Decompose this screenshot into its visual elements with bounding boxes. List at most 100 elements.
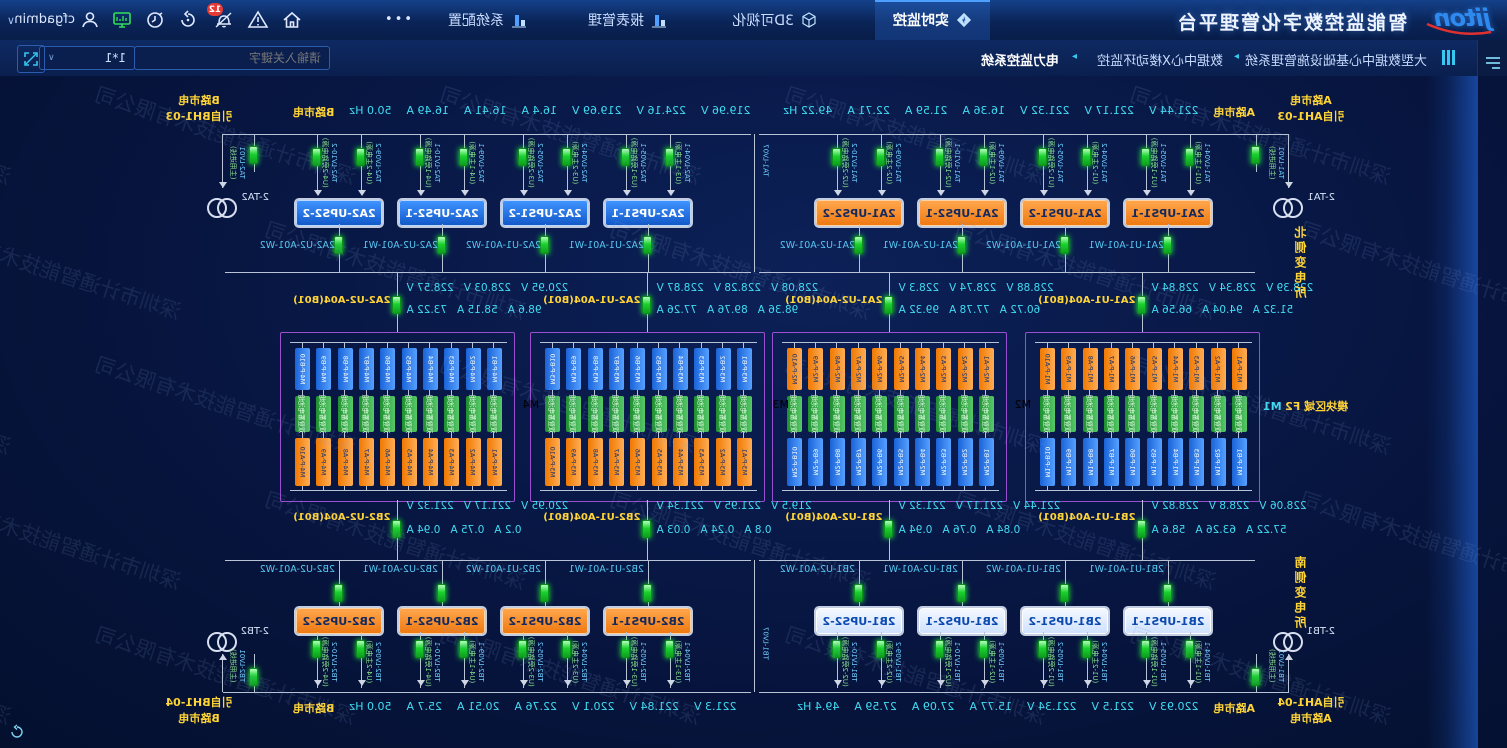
fullscreen-button[interactable] [17, 45, 45, 73]
battery-module[interactable]: 双登蓄电池组 [894, 396, 909, 432]
battery-module[interactable]: M1-P-A6 [1125, 348, 1140, 390]
battery-module[interactable]: 双登蓄电池组 [1232, 396, 1247, 432]
battery-module[interactable]: M4-P-B2 [466, 348, 481, 390]
battery-module[interactable]: 双登蓄电池组 [737, 396, 752, 432]
battery-module[interactable]: M3-P-B3 [694, 348, 709, 390]
battery-module[interactable]: M2-P-A6 [872, 348, 887, 390]
battery-module[interactable]: M4-P-A4 [423, 438, 438, 486]
battery-module[interactable]: 双登蓄电池组 [958, 396, 973, 432]
chevron-down-icon[interactable]: ∨ [7, 14, 15, 27]
battery-module[interactable]: 双登蓄电池组 [545, 396, 560, 432]
battery-module[interactable]: M2-P-B2 [958, 438, 973, 486]
battery-module[interactable]: 双登蓄电池组 [787, 396, 802, 432]
battery-module[interactable]: M1-P-B2 [1211, 438, 1226, 486]
user-icon[interactable] [79, 9, 101, 31]
battery-module[interactable]: 双登蓄电池组 [1062, 396, 1077, 432]
battery-module[interactable]: M3-P-A8 [588, 438, 603, 486]
battery-module[interactable]: 双登蓄电池组 [809, 396, 824, 432]
ups-box[interactable]: 2A2-UPS1-2 [502, 200, 588, 226]
battery-module[interactable]: M4-P-A5 [402, 438, 417, 486]
history-icon[interactable] [144, 9, 166, 31]
battery-module[interactable]: M3-P-B10 [545, 348, 560, 390]
battery-module[interactable]: 双登蓄电池组 [1083, 396, 1098, 432]
battery-module[interactable]: M2-P-A10 [787, 348, 802, 390]
battery-module[interactable]: M2-P-B10 [787, 438, 802, 486]
battery-module[interactable]: M2-P-B7 [851, 438, 866, 486]
battery-module[interactable]: M2-P-B8 [830, 438, 845, 486]
battery-module[interactable]: 双登蓄电池组 [830, 396, 845, 432]
battery-module[interactable]: 双登蓄电池组 [1040, 396, 1055, 432]
battery-module[interactable]: 双登蓄电池组 [423, 396, 438, 432]
battery-module[interactable]: 双登蓄电池组 [851, 396, 866, 432]
battery-module[interactable]: M1-P-A10 [1040, 348, 1055, 390]
battery-module[interactable]: M3-P-B9 [567, 348, 582, 390]
battery-module[interactable]: 双登蓄电池组 [1211, 396, 1226, 432]
battery-module[interactable]: M4-P-B9 [317, 348, 332, 390]
battery-module[interactable]: M2-P-A4 [915, 348, 930, 390]
refresh-small-icon[interactable] [7, 724, 25, 742]
battery-module[interactable]: 双登蓄电池组 [1168, 396, 1183, 432]
battery-module[interactable]: M4-P-B7 [359, 348, 374, 390]
battery-module[interactable]: M3-P-A6 [630, 438, 645, 486]
battery-module[interactable]: M1-P-A4 [1168, 348, 1183, 390]
battery-module[interactable]: M1-P-B9 [1062, 438, 1077, 486]
battery-module[interactable]: 双登蓄电池组 [609, 396, 624, 432]
battery-module[interactable]: M4-P-A10 [295, 438, 310, 486]
tab-3d-view[interactable]: 3D可视化 [714, 0, 835, 40]
breadcrumb-item[interactable]: 数据中心X楼动环监控 [1097, 50, 1223, 69]
battery-module[interactable]: 双登蓄电池组 [380, 396, 395, 432]
battery-module[interactable]: M4-P-B6 [380, 348, 395, 390]
battery-module[interactable]: 双登蓄电池组 [1104, 396, 1119, 432]
battery-module[interactable]: M1-P-B7 [1104, 438, 1119, 486]
battery-module[interactable]: M4-P-A6 [380, 438, 395, 486]
battery-module[interactable]: M2-P-B3 [936, 438, 951, 486]
monitor-icon[interactable] [111, 9, 133, 31]
battery-module[interactable]: M1-P-A2 [1211, 348, 1226, 390]
battery-module[interactable]: 双登蓄电池组 [1189, 396, 1204, 432]
menu-icon[interactable] [1484, 54, 1502, 72]
battery-module[interactable]: 双登蓄电池组 [872, 396, 887, 432]
battery-module[interactable]: M2-P-B4 [915, 438, 930, 486]
ups-box[interactable]: 2A2-UPS2-2 [296, 200, 382, 226]
battery-module[interactable]: 双登蓄电池组 [567, 396, 582, 432]
ups-box[interactable]: 2A1-UPS2-1 [919, 200, 1005, 226]
battery-module[interactable]: 双登蓄电池组 [915, 396, 930, 432]
battery-module[interactable]: 双登蓄电池组 [487, 396, 502, 432]
battery-module[interactable]: M1-P-B4 [1168, 438, 1183, 486]
ups-box[interactable]: 2A1-UPS2-2 [816, 200, 902, 226]
battery-module[interactable]: M4-P-B1 [487, 348, 502, 390]
battery-module[interactable]: M3-P-A7 [609, 438, 624, 486]
search-input[interactable] [134, 46, 330, 70]
battery-module[interactable]: 双登蓄电池组 [359, 396, 374, 432]
battery-module[interactable]: M2-P-B5 [894, 438, 909, 486]
battery-module[interactable]: M2-P-B9 [809, 438, 824, 486]
battery-module[interactable]: M2-P-A5 [894, 348, 909, 390]
battery-module[interactable]: M4-P-A7 [359, 438, 374, 486]
ups-box[interactable]: 2A1-UPS1-2 [1022, 200, 1108, 226]
battery-module[interactable]: 双登蓄电池组 [673, 396, 688, 432]
refresh-icon[interactable] [177, 9, 199, 31]
battery-module[interactable]: M1-P-A8 [1083, 348, 1098, 390]
battery-module[interactable]: M3-P-B7 [609, 348, 624, 390]
battery-module[interactable]: M1-P-A9 [1062, 348, 1077, 390]
tab-reports[interactable]: 报表管理 [570, 0, 685, 40]
battery-module[interactable]: M2-P-A3 [936, 348, 951, 390]
breadcrumb-current[interactable]: 电力监控系统 [981, 50, 1059, 69]
battery-module[interactable]: M4-P-B8 [338, 348, 353, 390]
battery-module[interactable]: M1-P-B6 [1125, 438, 1140, 486]
layout-select[interactable]: 1*1 ∨ [39, 46, 135, 70]
pipes-icon[interactable] [1442, 50, 1455, 65]
battery-module[interactable]: M3-P-B6 [630, 348, 645, 390]
tab-realtime-monitor[interactable]: 实时监控 [875, 0, 990, 40]
tab-system-config[interactable]: 系统配置 [430, 0, 545, 40]
battery-module[interactable]: M3-P-A1 [737, 438, 752, 486]
battery-module[interactable]: M4-P-B5 [402, 348, 417, 390]
battery-module[interactable]: M4-P-A2 [466, 438, 481, 486]
battery-module[interactable]: M1-P-B8 [1083, 438, 1098, 486]
battery-module[interactable]: M1-P-B10 [1040, 438, 1055, 486]
battery-module[interactable]: M3-P-A2 [716, 438, 731, 486]
breadcrumb-item[interactable]: 大型数据中心基础设施管理系统 [1245, 50, 1427, 69]
battery-module[interactable]: M2-P-A8 [830, 348, 845, 390]
battery-module[interactable]: M1-P-B1 [1232, 438, 1247, 486]
battery-module[interactable]: M3-P-B2 [716, 348, 731, 390]
